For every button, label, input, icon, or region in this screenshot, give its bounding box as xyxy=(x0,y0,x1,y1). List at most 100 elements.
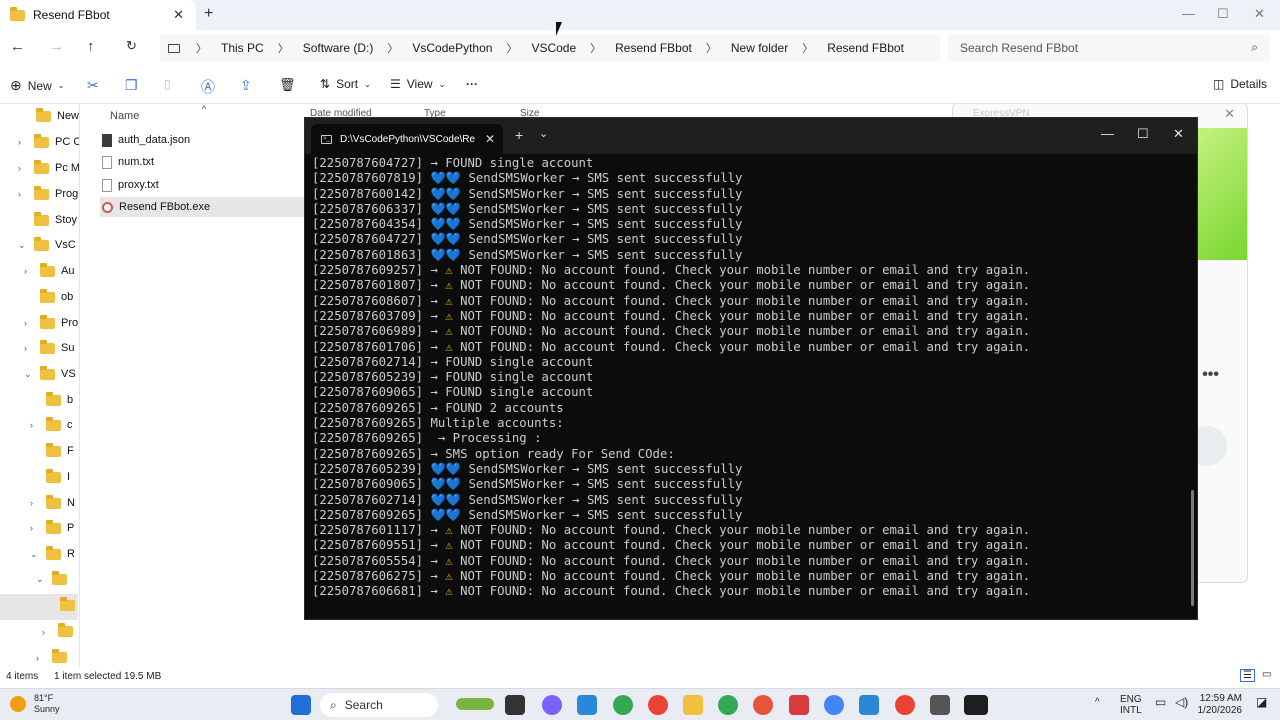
volume-icon[interactable]: ◁) xyxy=(1175,696,1188,708)
back-button[interactable]: ← xyxy=(10,38,25,55)
sidebar-item[interactable]: › Pro xyxy=(24,314,78,329)
sidebar-item[interactable]: Stoy xyxy=(34,211,77,226)
terminal-line: [2250787603709] → ⚠ NOT FOUND: No accoun… xyxy=(312,308,1031,323)
forward-button[interactable]: → xyxy=(49,38,64,55)
chrome-icon[interactable] xyxy=(613,695,633,715)
sidebar-item[interactable]: I xyxy=(46,468,70,483)
sidebar-item[interactable]: b xyxy=(46,391,73,406)
file-item-selected[interactable]: Resend FBbot.exe xyxy=(100,197,304,217)
weather-widget[interactable]: 81°F Sunny xyxy=(10,693,60,715)
sidebar-item[interactable]: › Su xyxy=(24,339,74,354)
chrome-icon[interactable] xyxy=(648,695,668,715)
sidebar-item[interactable]: › Prog xyxy=(18,185,78,200)
heart-icon: 💙💙 xyxy=(430,171,462,186)
search-highlight-icon[interactable] xyxy=(456,698,494,710)
sidebar-item[interactable]: New xyxy=(36,107,79,122)
file-item[interactable]: num.txt xyxy=(100,152,304,172)
minimize-button[interactable]: — xyxy=(1182,6,1195,21)
view-button[interactable]: ☰ View ⌄ xyxy=(390,77,445,91)
up-button[interactable]: ↑ xyxy=(87,38,95,55)
sidebar-item[interactable]: ⌄ xyxy=(36,571,67,585)
close-window-button[interactable]: ✕ xyxy=(1254,6,1265,22)
network-icon[interactable]: ▭ xyxy=(1155,696,1166,708)
terminal-output[interactable]: [2250787604727] → FOUND single account [2… xyxy=(312,156,1182,616)
language-indicator[interactable]: ENG INTL xyxy=(1120,694,1142,716)
chrome-icon[interactable] xyxy=(824,695,844,715)
sort-button[interactable]: ⇅ Sort ⌄ xyxy=(320,77,371,91)
status-bar: 4 items 1 item selected 19.5 MB ☰ ▭ xyxy=(0,668,1280,688)
start-button[interactable] xyxy=(291,695,311,715)
sidebar-item[interactable]: › PC C xyxy=(18,133,79,148)
sidebar-item[interactable]: ⌄ R xyxy=(30,545,75,560)
task-view-icon[interactable] xyxy=(505,695,525,715)
chrome-icon[interactable] xyxy=(895,695,915,715)
breadcrumb-item[interactable]: VsCodePython 〉 xyxy=(412,40,531,56)
close-tab-icon[interactable]: ✕ xyxy=(173,7,184,23)
breadcrumb[interactable]: 〉 This PC 〉 Software (D:) 〉 VsCodePython 〉 … xyxy=(160,34,940,62)
maximize-button[interactable]: ☐ xyxy=(1137,126,1149,142)
sidebar-item[interactable]: ⌄ VS xyxy=(24,365,76,380)
more-button[interactable]: ··· xyxy=(466,77,478,91)
taskbar: 81°F Sunny ⌕ Search ^ ENG INTL ▭ ◁) 12:59 … xyxy=(0,688,1280,720)
sidebar-item[interactable]: › N xyxy=(30,494,75,509)
file-item[interactable]: auth_data.json xyxy=(100,130,304,150)
notification-icon[interactable]: ◪ xyxy=(1256,696,1267,708)
search-icon: ⌕ xyxy=(1251,40,1258,54)
minimize-button[interactable]: — xyxy=(1101,126,1114,141)
app-icon[interactable] xyxy=(789,695,809,715)
sidebar-item[interactable]: ⌄ VsC xyxy=(18,236,76,251)
delete-button[interactable]: 🗑 xyxy=(279,77,296,93)
app-icon[interactable] xyxy=(930,695,950,715)
vpn-app-icon[interactable] xyxy=(753,695,773,715)
file-item[interactable]: proxy.txt xyxy=(100,175,304,195)
terminal-line: [2250787606337] 💙💙 SendSMSWorker → SMS s… xyxy=(312,201,743,216)
chrome-icon[interactable] xyxy=(718,695,738,715)
new-tab-button[interactable]: + xyxy=(515,127,523,143)
breadcrumb-item[interactable]: This PC 〉 xyxy=(221,40,303,56)
vpn-menu-icon[interactable]: ••• xyxy=(1202,366,1219,384)
taskbar-search[interactable]: ⌕ Search xyxy=(320,693,438,717)
rename-button[interactable]: Ⓐ xyxy=(201,77,215,97)
breadcrumb-item[interactable]: Software (D:) 〉 xyxy=(303,40,413,56)
column-name[interactable]: Name xyxy=(110,110,139,122)
dropdown-chevron-icon[interactable]: ⌄ xyxy=(539,127,548,140)
file-explorer-icon[interactable] xyxy=(683,695,703,715)
share-button[interactable]: ⇪ xyxy=(240,77,252,94)
sidebar-item[interactable]: › xyxy=(42,623,73,637)
copy-button[interactable]: ❐ xyxy=(125,77,138,94)
sidebar-item[interactable]: ob xyxy=(40,288,73,303)
search-input[interactable]: Search Resend FBbot ⌕ xyxy=(948,34,1270,62)
refresh-button[interactable]: ↻ xyxy=(126,38,137,54)
details-button[interactable]: ◫ Details xyxy=(1213,77,1267,91)
new-button[interactable]: ⊕ New ⌄ xyxy=(10,77,64,94)
sidebar-item[interactable] xyxy=(60,597,75,611)
tiles-view-icon[interactable]: ▭ xyxy=(1262,669,1271,680)
breadcrumb-item[interactable]: VSCode 〉 xyxy=(531,40,615,56)
maximize-button[interactable]: ☐ xyxy=(1217,6,1229,22)
sidebar-item[interactable]: › P xyxy=(30,519,74,534)
terminal-icon[interactable] xyxy=(964,695,988,715)
sidebar-item[interactable]: › xyxy=(36,649,67,663)
terminal-tab[interactable]: >_ D:\VsCodePython\VSCode\Re ✕ xyxy=(311,124,503,154)
paste-button[interactable]: ▯ xyxy=(164,77,171,91)
breadcrumb-item[interactable]: Resend FBbot xyxy=(827,41,904,55)
new-tab-button[interactable]: + xyxy=(204,5,213,23)
notepad-icon[interactable] xyxy=(859,695,879,715)
vpn-close-icon[interactable]: ✕ xyxy=(1224,106,1235,122)
explorer-tab[interactable]: Resend FBbot ✕ xyxy=(0,0,196,30)
sidebar-item[interactable]: › Au xyxy=(24,262,74,277)
breadcrumb-item[interactable]: New folder 〉 xyxy=(731,40,827,56)
terminal-scrollbar[interactable] xyxy=(1191,490,1194,606)
close-window-button[interactable]: ✕ xyxy=(1173,126,1184,142)
sidebar-item[interactable]: F xyxy=(46,442,74,457)
sidebar-item[interactable]: › c xyxy=(30,416,73,431)
close-tab-icon[interactable]: ✕ xyxy=(485,132,495,146)
sidebar-item[interactable]: › Pc M xyxy=(18,159,79,174)
clock[interactable]: 12:59 AM 1/20/2026 xyxy=(1198,693,1243,717)
tray-overflow-icon[interactable]: ^ xyxy=(1095,697,1100,708)
app-icon[interactable] xyxy=(577,695,597,715)
details-view-icon[interactable]: ☰ xyxy=(1240,669,1255,682)
cut-button[interactable]: ✂ xyxy=(87,77,99,94)
breadcrumb-item[interactable]: Resend FBbot 〉 xyxy=(615,40,731,56)
copilot-icon[interactable] xyxy=(542,695,562,715)
